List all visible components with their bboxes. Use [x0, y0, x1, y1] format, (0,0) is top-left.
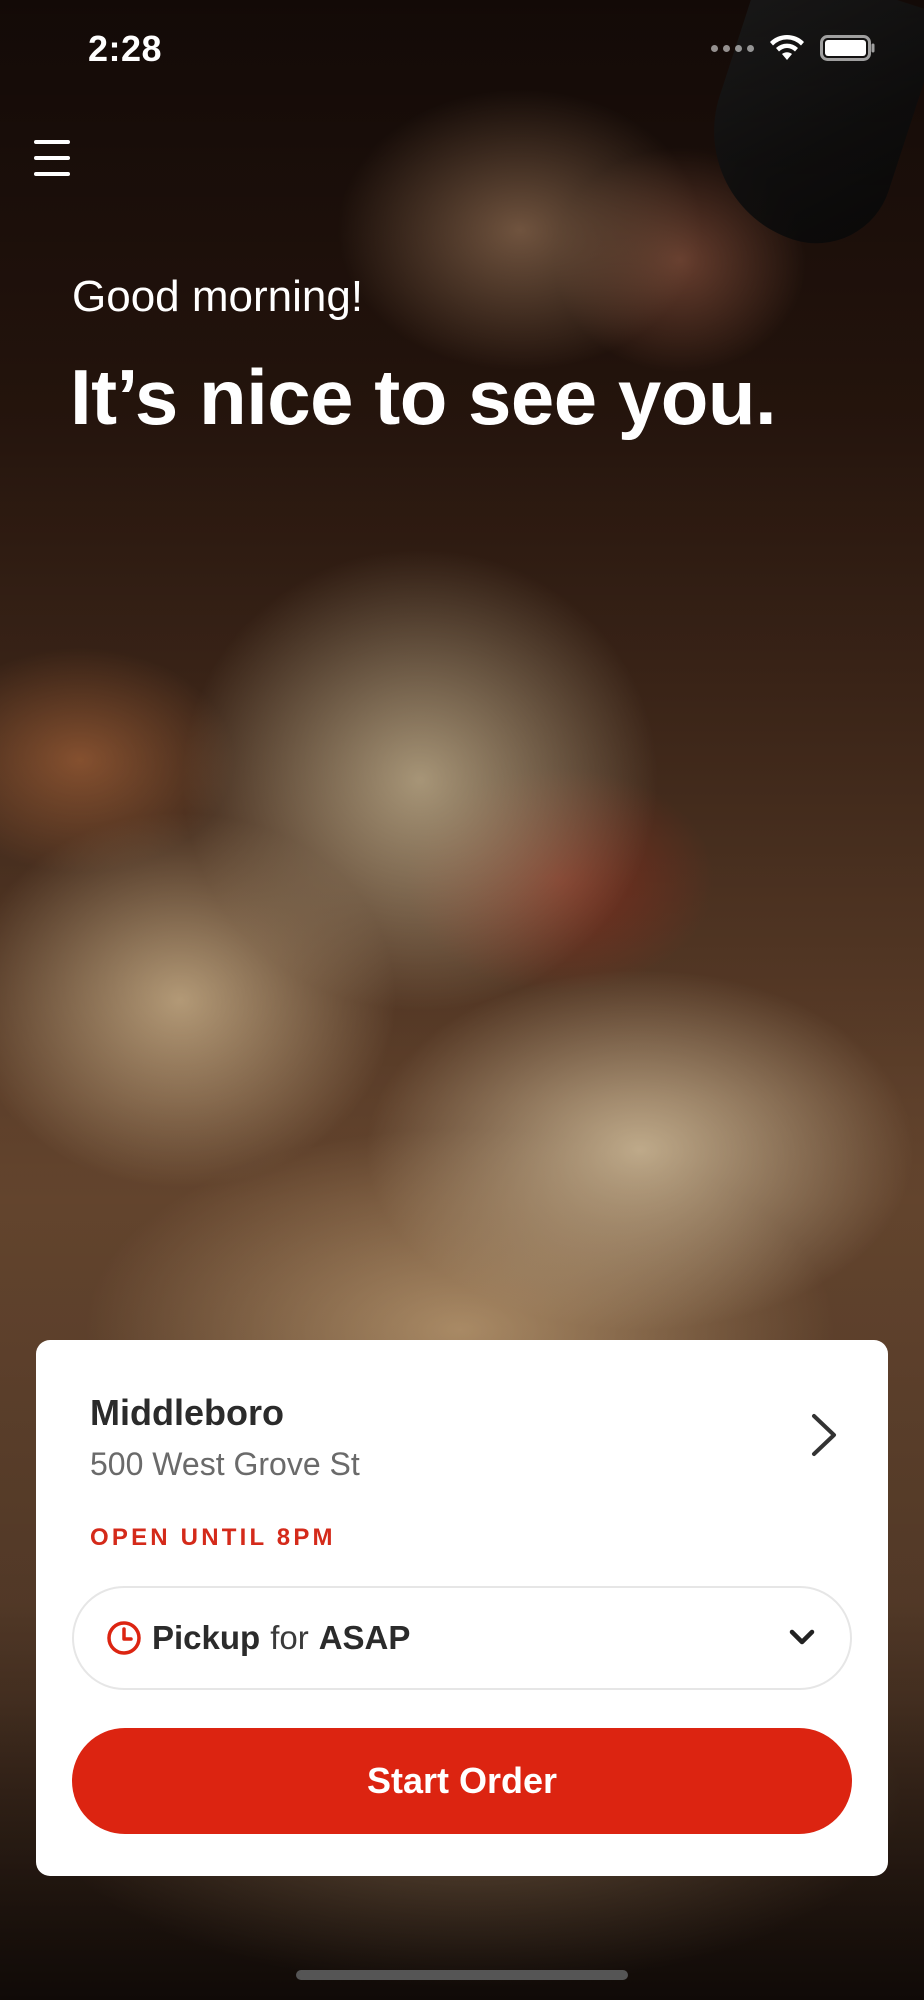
store-hours-status: OPEN UNTIL 8PM [90, 1524, 336, 1551]
status-bar: 2:28 [0, 0, 924, 100]
pickup-time-select[interactable]: Pickup for ASAP [72, 1586, 852, 1690]
home-screen: 2:28 Good morning! It’s nice to see you. [0, 0, 924, 2000]
signal-icon [711, 44, 754, 52]
status-time: 2:28 [88, 28, 163, 69]
start-order-button[interactable]: Start Order [72, 1728, 852, 1834]
hamburger-menu-icon[interactable] [32, 138, 76, 178]
home-indicator [296, 1970, 628, 1980]
welcome-headline: It’s nice to see you. [70, 353, 777, 441]
status-icons [711, 34, 876, 62]
order-connector: for [270, 1619, 309, 1656]
order-time: ASAP [318, 1619, 411, 1656]
chevron-down-icon [789, 1629, 815, 1645]
greeting-text: Good morning! [72, 272, 364, 321]
order-card: Middleboro 500 West Grove St OPEN UNTIL … [36, 1340, 888, 1876]
pickup-summary: Pickup for ASAP [152, 1619, 410, 1657]
clock-icon [107, 1621, 141, 1655]
battery-icon [820, 35, 875, 61]
chevron-right-icon[interactable] [806, 1412, 840, 1458]
store-name: Middleboro [90, 1392, 284, 1433]
order-mode: Pickup [152, 1619, 261, 1656]
wifi-icon [770, 34, 804, 60]
store-address: 500 West Grove St [90, 1446, 360, 1482]
